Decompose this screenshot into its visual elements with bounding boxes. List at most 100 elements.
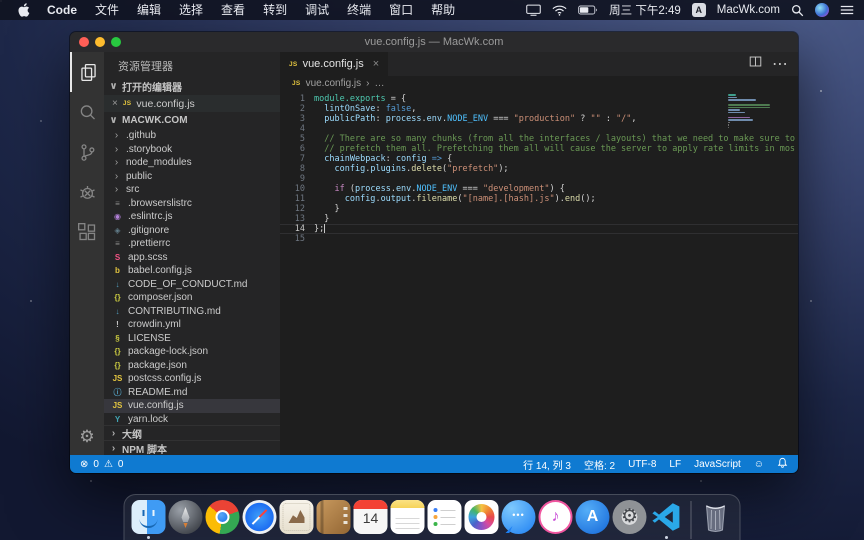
notifications-bell-icon[interactable] <box>777 457 788 471</box>
file-crowdin.yml[interactable]: !crowdin.yml <box>104 318 280 332</box>
file-package.json[interactable]: {}package.json <box>104 359 280 373</box>
appstore-dock-icon[interactable] <box>576 500 610 534</box>
code-line-4[interactable]: 4 <box>280 124 798 134</box>
itunes-dock-icon[interactable] <box>539 500 573 534</box>
display-icon[interactable] <box>526 4 541 16</box>
notification-center-icon[interactable] <box>840 4 854 16</box>
indentation-setting[interactable]: 空格: 2 <box>584 457 615 472</box>
code-line-13[interactable]: 13 } <box>280 214 798 224</box>
npm-scripts-section[interactable]: › NPM 脚本 <box>104 440 280 455</box>
code-line-10[interactable]: 10 if (process.env.NODE_ENV === "develop… <box>280 184 798 194</box>
folder-node_modules[interactable]: ›node_modules <box>104 156 280 170</box>
source-control-icon[interactable] <box>70 132 104 172</box>
code-line-12[interactable]: 12 } <box>280 204 798 214</box>
explorer-icon[interactable] <box>70 52 104 92</box>
file-app.scss[interactable]: Sapp.scss <box>104 251 280 265</box>
file-yarn.lock[interactable]: Yyarn.lock <box>104 413 280 426</box>
language-mode[interactable]: JavaScript <box>694 459 741 470</box>
more-actions-icon[interactable]: ⋯ <box>772 54 788 74</box>
code-line-9[interactable]: 9 <box>280 174 798 184</box>
menu-bar-clock[interactable]: 周三 下午2:49 <box>609 2 681 18</box>
menu-item-6[interactable]: 调试 <box>296 0 338 20</box>
code-line-11[interactable]: 11 config.output.filename("[name].[hash]… <box>280 194 798 204</box>
file-CODE_OF_CONDUCT.md[interactable]: ↓CODE_OF_CONDUCT.md <box>104 278 280 292</box>
file-composer.json[interactable]: {}composer.json <box>104 291 280 305</box>
reminders-dock-icon[interactable] <box>428 500 462 534</box>
menu-item-1[interactable]: 文件 <box>86 0 128 20</box>
code-line-2[interactable]: 2 lintOnSave: false, <box>280 104 798 114</box>
menu-item-4[interactable]: 查看 <box>212 0 254 20</box>
menu-item-9[interactable]: 帮助 <box>422 0 464 20</box>
menu-item-2[interactable]: 编辑 <box>128 0 170 20</box>
minimap[interactable] <box>728 94 792 132</box>
vscode-dock-icon[interactable] <box>650 500 684 534</box>
open-editor-item[interactable]: × JS vue.config.js <box>104 95 280 112</box>
notes-dock-icon[interactable] <box>391 500 425 534</box>
code-line-5[interactable]: 5 // There are so many chunks (from all … <box>280 134 798 144</box>
folder-public[interactable]: ›public <box>104 170 280 184</box>
code-line-1[interactable]: 1module.exports = { <box>280 94 798 104</box>
launchpad-dock-icon[interactable] <box>169 500 203 534</box>
code-line-14[interactable]: 14}; <box>280 224 798 234</box>
code-line-6[interactable]: 6 // prefetch them all. Prefetching them… <box>280 144 798 154</box>
messages-dock-icon[interactable] <box>502 500 536 534</box>
file-README.md[interactable]: ⓘREADME.md <box>104 386 280 400</box>
code-editor[interactable]: 1module.exports = {2 lintOnSave: false,3… <box>280 91 798 455</box>
problems-indicator[interactable]: ⊗ 0 ⚠ 0 <box>80 459 123 470</box>
file-LICENSE[interactable]: §LICENSE <box>104 332 280 346</box>
menu-item-8[interactable]: 窗口 <box>380 0 422 20</box>
menu-item-3[interactable]: 选择 <box>170 0 212 20</box>
settings-gear-icon[interactable]: ⚙ <box>70 419 104 455</box>
file-.prettierrc[interactable]: ≡.prettierrc <box>104 237 280 251</box>
folder-.github[interactable]: ›.github <box>104 129 280 143</box>
encoding-setting[interactable]: UTF-8 <box>628 459 656 470</box>
file-.eslintrc.js[interactable]: ◉.eslintrc.js <box>104 210 280 224</box>
contacts-dock-icon[interactable] <box>317 500 351 534</box>
close-editor-icon[interactable]: × <box>112 98 118 109</box>
photos-dock-icon[interactable] <box>465 500 499 534</box>
menu-item-5[interactable]: 转到 <box>254 0 296 20</box>
file-package-lock.json[interactable]: {}package-lock.json <box>104 345 280 359</box>
extensions-icon[interactable] <box>70 212 104 252</box>
file-.gitignore[interactable]: ◈.gitignore <box>104 224 280 238</box>
feedback-smiley-icon[interactable]: ☺ <box>754 459 764 470</box>
split-editor-icon[interactable] <box>749 55 762 73</box>
file-postcss.config.js[interactable]: JSpostcss.config.js <box>104 372 280 386</box>
eol-setting[interactable]: LF <box>669 459 681 470</box>
breadcrumb[interactable]: JS vue.config.js › … <box>280 76 798 91</box>
window-titlebar[interactable]: vue.config.js — MacWk.com <box>70 32 798 52</box>
file-babel.config.js[interactable]: bbabel.config.js <box>104 264 280 278</box>
code-line-15[interactable]: 15 <box>280 234 798 244</box>
input-method-icon[interactable]: A <box>692 3 706 17</box>
spotlight-search-icon[interactable] <box>791 4 804 17</box>
menu-item-7[interactable]: 终端 <box>338 0 380 20</box>
file-vue.config.js[interactable]: JSvue.config.js <box>104 399 280 413</box>
trash-dock-icon[interactable] <box>699 500 733 534</box>
search-icon[interactable] <box>70 92 104 132</box>
cursor-position[interactable]: 行 14, 列 3 <box>523 457 571 472</box>
siri-icon[interactable] <box>815 3 829 17</box>
chrome-dock-icon[interactable] <box>206 500 240 534</box>
code-line-7[interactable]: 7 chainWebpack: config => { <box>280 154 798 164</box>
close-tab-icon[interactable]: × <box>373 58 379 70</box>
menu-item-app[interactable]: Code <box>38 0 86 20</box>
battery-icon[interactable] <box>578 5 598 15</box>
code-line-3[interactable]: 3 publicPath: process.env.NODE_ENV === "… <box>280 114 798 124</box>
apple-menu-icon[interactable] <box>10 3 38 17</box>
mail-dock-icon[interactable] <box>280 500 314 534</box>
folder-.storybook[interactable]: ›.storybook <box>104 143 280 157</box>
menu-bar-account[interactable]: MacWk.com <box>717 4 780 16</box>
calendar-dock-icon[interactable]: 14 <box>354 500 388 534</box>
file-CONTRIBUTING.md[interactable]: ↓CONTRIBUTING.md <box>104 305 280 319</box>
wifi-icon[interactable] <box>552 5 567 16</box>
tab-vue-config[interactable]: JS vue.config.js × <box>280 52 388 76</box>
open-editors-section[interactable]: ∨ 打开的编辑器 <box>104 78 280 95</box>
outline-section[interactable]: › 大纲 <box>104 425 280 440</box>
file-.browserslistrc[interactable]: ≡.browserslistrc <box>104 197 280 211</box>
sysprefs-dock-icon[interactable] <box>613 500 647 534</box>
code-line-8[interactable]: 8 config.plugins.delete("prefetch"); <box>280 164 798 174</box>
safari-dock-icon[interactable] <box>243 500 277 534</box>
debug-icon[interactable] <box>70 172 104 212</box>
folder-src[interactable]: ›src <box>104 183 280 197</box>
finder-dock-icon[interactable] <box>132 500 166 534</box>
